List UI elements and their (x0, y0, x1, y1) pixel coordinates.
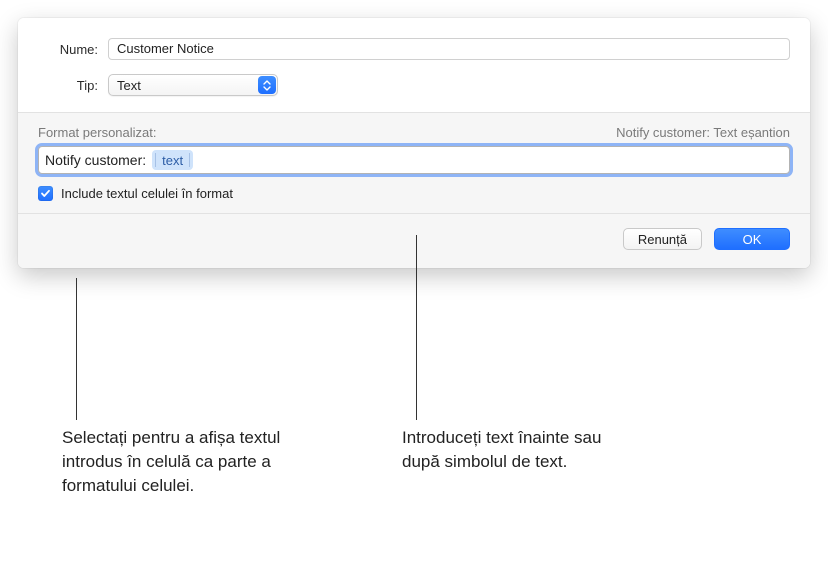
type-select-value: Text (117, 78, 141, 93)
dialog-body: Nume: Customer Notice Tip: Text (18, 18, 810, 268)
top-pane: Nume: Customer Notice Tip: Text (18, 18, 810, 113)
callout-line-right (416, 235, 417, 420)
type-row: Tip: Text (38, 74, 790, 96)
format-field[interactable]: Notify customer: text (38, 146, 790, 174)
checkmark-icon (40, 188, 51, 199)
callout-left: Selectați pentru a afișa textul introdus… (62, 426, 292, 497)
updown-stepper-icon (258, 76, 276, 94)
name-input[interactable]: Customer Notice (108, 38, 790, 60)
type-label: Tip: (38, 78, 108, 93)
text-token-label: text (162, 153, 183, 168)
format-header: Format personalizat: Notify customer: Te… (38, 125, 790, 140)
include-text-label: Include textul celulei în format (61, 186, 233, 201)
format-pane: Format personalizat: Notify customer: Te… (18, 113, 810, 214)
cancel-button[interactable]: Renunță (623, 228, 702, 250)
name-label: Nume: (38, 42, 108, 57)
format-prefix-text: Notify customer: (45, 152, 146, 168)
name-row: Nume: Customer Notice (38, 38, 790, 60)
format-sample-label: Notify customer: Text eșantion (616, 125, 790, 140)
include-text-checkbox[interactable] (38, 186, 53, 201)
text-token[interactable]: text (152, 150, 193, 170)
format-section-label: Format personalizat: (38, 125, 157, 140)
ok-button[interactable]: OK (714, 228, 790, 250)
callout-right: Introduceți text înainte sau după simbol… (402, 426, 622, 474)
button-bar: Renunță OK (18, 214, 810, 268)
callout-line-left (76, 278, 77, 420)
type-select[interactable]: Text (108, 74, 278, 96)
include-text-row: Include textul celulei în format (38, 186, 790, 201)
cancel-button-label: Renunță (638, 232, 687, 247)
custom-format-dialog: Nume: Customer Notice Tip: Text (18, 18, 810, 268)
type-select-wrap: Text (108, 74, 278, 96)
ok-button-label: OK (743, 232, 762, 247)
